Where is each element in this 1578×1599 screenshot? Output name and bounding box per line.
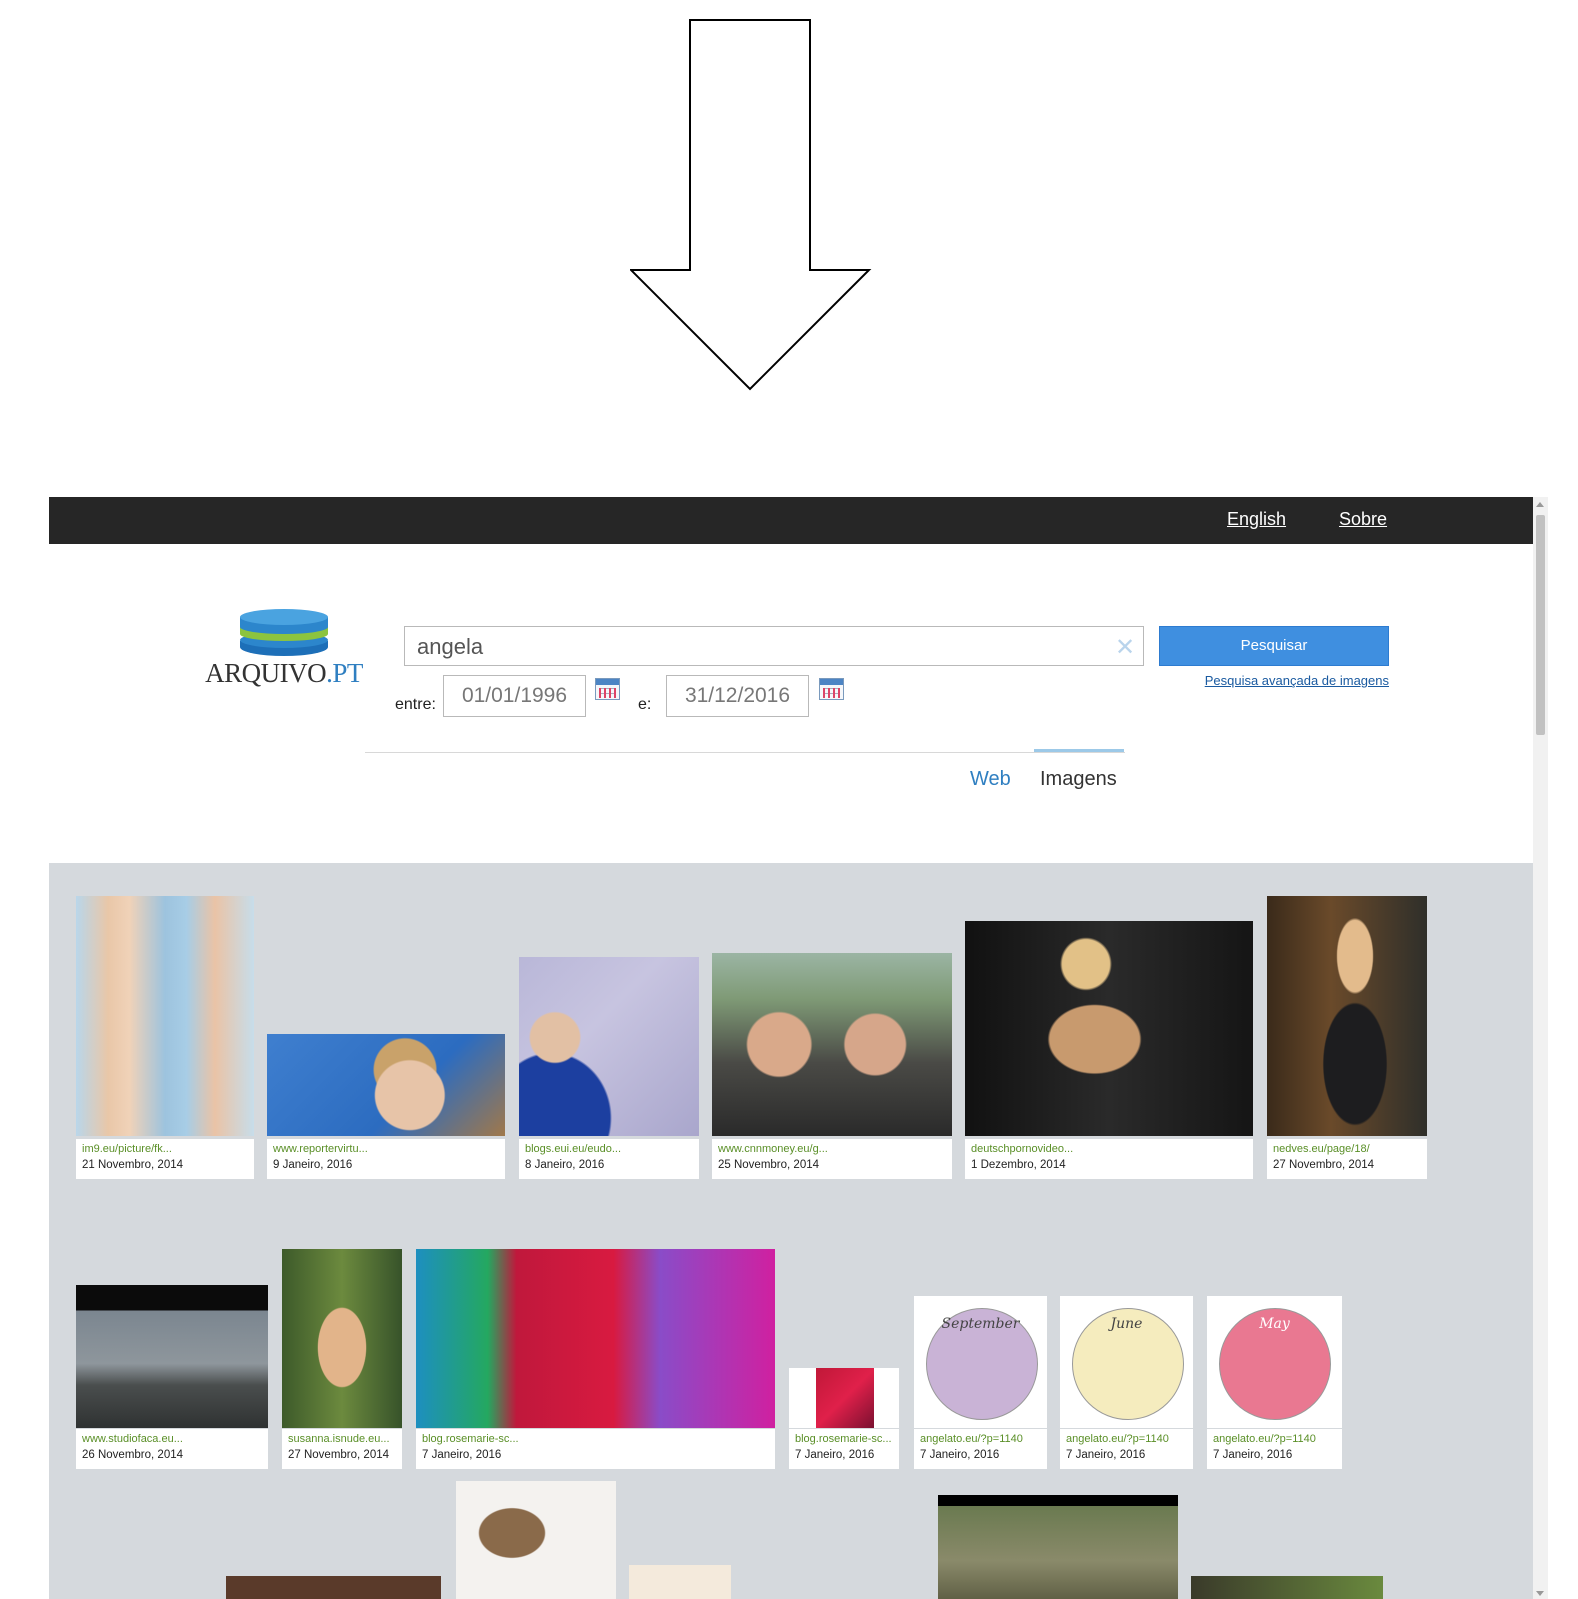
result-thumbnail[interactable]	[76, 896, 254, 1136]
result-thumbnail[interactable]	[282, 1249, 402, 1428]
image-result[interactable]: September angelato.eu/?p=1140 7 Janeiro,…	[914, 1296, 1047, 1469]
result-date: 27 Novembro, 2014	[288, 1449, 390, 1461]
english-link[interactable]: English	[1227, 509, 1286, 530]
vertical-scrollbar[interactable]	[1533, 497, 1548, 1599]
result-thumbnail[interactable]	[789, 1368, 899, 1428]
arquivo-logo[interactable]: ARQUIVO.PT	[199, 607, 369, 697]
down-arrow-graphic	[630, 19, 872, 391]
image-results-grid: im9.eu/picture/fk... 21 Novembro, 2014 w…	[49, 863, 1533, 1599]
result-url[interactable]: blog.rosemarie-sc...	[795, 1433, 893, 1445]
result-thumbnail[interactable]	[76, 1285, 268, 1428]
search-box: ✕	[404, 626, 1144, 667]
image-result-partial[interactable]	[938, 1495, 1178, 1599]
date-from-input[interactable]: 01/01/1996	[443, 675, 586, 717]
result-thumbnail[interactable]	[1267, 896, 1427, 1136]
result-date: 7 Janeiro, 2016	[1066, 1449, 1146, 1461]
image-result[interactable]: www.studiofaca.eu... 26 Novembro, 2014	[76, 1285, 268, 1469]
image-result[interactable]: blog.rosemarie-sc... 7 Janeiro, 2016	[789, 1368, 899, 1469]
scroll-thumb[interactable]	[1536, 515, 1545, 735]
result-url[interactable]: www.studiofaca.eu...	[82, 1433, 262, 1445]
result-thumbnail[interactable]: May	[1207, 1296, 1342, 1428]
image-result[interactable]: June angelato.eu/?p=1140 7 Janeiro, 2016	[1060, 1296, 1193, 1469]
search-input[interactable]	[415, 627, 1109, 667]
image-result-partial[interactable]	[456, 1481, 616, 1599]
logo-wordmark: ARQUIVO.PT	[205, 658, 363, 688]
image-result[interactable]: www.cnnmoney.eu/g... 25 Novembro, 2014	[712, 953, 952, 1179]
result-date: 25 Novembro, 2014	[718, 1159, 820, 1171]
result-url[interactable]: nedves.eu/page/18/	[1273, 1143, 1421, 1155]
active-tab-indicator	[1034, 749, 1124, 752]
result-thumbnail[interactable]: September	[914, 1296, 1047, 1428]
result-url[interactable]: blogs.eui.eu/eudo...	[525, 1143, 693, 1155]
result-url[interactable]: www.cnnmoney.eu/g...	[718, 1143, 946, 1155]
result-thumbnail[interactable]	[712, 953, 952, 1136]
scroll-down-icon[interactable]	[1536, 1591, 1544, 1596]
about-link[interactable]: Sobre	[1339, 509, 1387, 530]
result-date: 27 Novembro, 2014	[1273, 1159, 1375, 1171]
date-to-input[interactable]: 31/12/2016	[666, 675, 809, 717]
image-result[interactable]: susanna.isnude.eu... 27 Novembro, 2014	[282, 1249, 402, 1469]
tab-images[interactable]: Imagens	[1040, 768, 1117, 791]
result-thumbnail[interactable]	[965, 921, 1253, 1136]
result-url[interactable]: susanna.isnude.eu...	[288, 1433, 396, 1445]
image-result-partial[interactable]	[226, 1576, 441, 1599]
date-from-label: entre:	[395, 696, 436, 713]
image-result[interactable]: nedves.eu/page/18/ 27 Novembro, 2014	[1267, 896, 1427, 1179]
scroll-up-icon[interactable]	[1536, 502, 1544, 507]
result-date: 7 Janeiro, 2016	[920, 1449, 1000, 1461]
result-date: 26 Novembro, 2014	[82, 1449, 184, 1461]
result-url[interactable]: angelato.eu/?p=1140	[920, 1433, 1041, 1445]
result-url[interactable]: angelato.eu/?p=1140	[1066, 1433, 1187, 1445]
result-thumbnail[interactable]	[416, 1249, 775, 1428]
image-result-partial[interactable]	[1191, 1576, 1383, 1599]
result-url[interactable]: deutschpornovideo...	[971, 1143, 1247, 1155]
image-result[interactable]: www.reportervirtu... 9 Janeiro, 2016	[267, 1034, 505, 1179]
calendar-month-text: September	[941, 1316, 1020, 1332]
calendar-month-text: June	[1110, 1316, 1143, 1332]
result-url[interactable]: blog.rosemarie-sc...	[422, 1433, 769, 1445]
result-url[interactable]: angelato.eu/?p=1140	[1213, 1433, 1336, 1445]
result-date: 1 Dezembro, 2014	[971, 1159, 1066, 1171]
image-result[interactable]: blog.rosemarie-sc... 7 Janeiro, 2016	[416, 1249, 775, 1469]
image-result[interactable]: blogs.eui.eu/eudo... 8 Janeiro, 2016	[519, 957, 699, 1179]
top-bar: English Sobre	[49, 497, 1533, 544]
result-date: 7 Janeiro, 2016	[422, 1449, 502, 1461]
calendar-icon[interactable]	[819, 678, 844, 700]
result-date: 7 Janeiro, 2016	[795, 1449, 875, 1461]
tabs-divider	[365, 752, 1125, 753]
image-result[interactable]: im9.eu/picture/fk... 21 Novembro, 2014	[76, 896, 254, 1179]
result-thumbnail[interactable]	[267, 1034, 505, 1136]
calendar-month-text: May	[1259, 1316, 1290, 1332]
date-to-label: e:	[638, 696, 652, 713]
advanced-image-search-link[interactable]: Pesquisa avançada de imagens	[1189, 673, 1389, 688]
search-button[interactable]: Pesquisar	[1159, 626, 1389, 666]
image-result[interactable]: May angelato.eu/?p=1140 7 Janeiro, 2016	[1207, 1296, 1342, 1469]
image-result-partial[interactable]	[629, 1565, 731, 1599]
result-thumbnail[interactable]	[519, 957, 699, 1136]
tab-web[interactable]: Web	[970, 768, 1011, 791]
browser-viewport: English Sobre ARQUIVO.PT ✕ Pesquisar Pes…	[49, 497, 1548, 1599]
result-date: 9 Janeiro, 2016	[273, 1159, 353, 1171]
result-date: 21 Novembro, 2014	[82, 1159, 184, 1171]
image-result[interactable]: deutschpornovideo... 1 Dezembro, 2014	[965, 921, 1253, 1179]
clear-icon[interactable]: ✕	[1115, 633, 1135, 662]
result-thumbnail[interactable]: June	[1060, 1296, 1193, 1428]
result-date: 7 Janeiro, 2016	[1213, 1449, 1293, 1461]
calendar-icon[interactable]	[595, 678, 620, 700]
result-url[interactable]: im9.eu/picture/fk...	[82, 1143, 248, 1155]
result-date: 8 Janeiro, 2016	[525, 1159, 605, 1171]
result-url[interactable]: www.reportervirtu...	[273, 1143, 499, 1155]
